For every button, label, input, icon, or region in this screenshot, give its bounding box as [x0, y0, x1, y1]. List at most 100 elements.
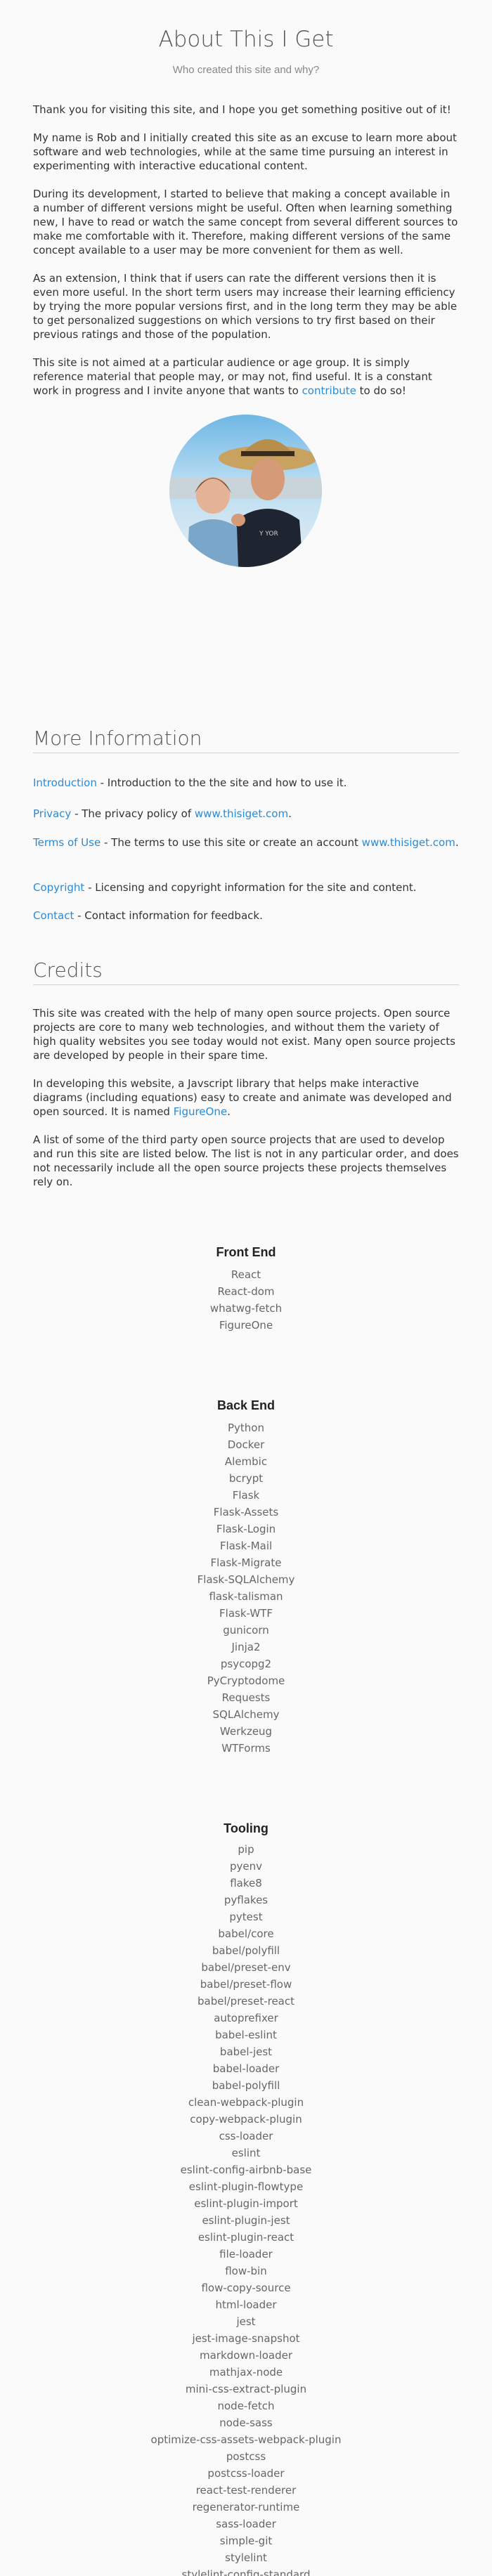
terms-end: . — [455, 836, 459, 849]
list-item: Docker — [227, 1438, 265, 1451]
group-title-tooling: Tooling — [224, 1821, 268, 1835]
list-item: node-sass — [219, 2416, 273, 2429]
credits-p2-text: In developing this website, a Javscript … — [33, 1077, 452, 1118]
list-item: flow-copy-source — [201, 2282, 291, 2294]
intro-paragraph-1: Thank you for visiting this site, and I … — [33, 103, 451, 116]
list-item: babel/core — [218, 1927, 274, 1940]
list-item: babel/polyfill — [212, 1944, 280, 1957]
credits-heading: Credits — [33, 958, 459, 985]
list-item: postcss-loader — [207, 2467, 285, 2480]
list-item: babel-eslint — [215, 2029, 277, 2041]
intro-p5-end: to do so! — [356, 384, 406, 397]
more-info-heading: More Information — [33, 727, 459, 753]
copyright-description: - Licensing and copyright information fo… — [84, 881, 417, 894]
list-item: regenerator-runtime — [192, 2501, 300, 2513]
list-item: Werkzeug — [219, 1725, 273, 1738]
intro-paragraph-2: My name is Rob and I initially created t… — [33, 131, 457, 172]
credits-paragraph-2: In developing this website, a Javscript … — [33, 1076, 459, 1119]
list-item: pip — [238, 1843, 254, 1856]
list-item: copy-webpack-plugin — [190, 2113, 302, 2126]
list-item: Alembic — [224, 1455, 268, 1468]
credits-paragraph-3: A list of some of the third party open s… — [33, 1133, 459, 1188]
list-item: mini-css-extract-plugin — [185, 2383, 307, 2395]
list-item: file-loader — [219, 2248, 273, 2260]
introduction-link[interactable]: Introduction — [33, 776, 97, 789]
privacy-link[interactable]: Privacy — [33, 807, 71, 820]
list-item: flow-bin — [225, 2265, 267, 2277]
terms-of-use-link[interactable]: Terms of Use — [33, 836, 101, 849]
more-info-row-copyright: Copyright - Licensing and copyright info… — [33, 880, 459, 895]
list-item: css-loader — [219, 2130, 273, 2142]
svg-text:Y YOR: Y YOR — [259, 531, 278, 538]
list-item: jest — [236, 2315, 256, 2328]
list-item: Flask-Assets — [213, 1506, 279, 1518]
list-item: Flask-Login — [216, 1523, 276, 1535]
privacy-site-link[interactable]: www.thisiget.com — [195, 807, 288, 820]
contribute-link[interactable]: contribute — [302, 384, 356, 397]
list-item: WTForms — [221, 1742, 271, 1755]
list-item: Python — [228, 1422, 264, 1434]
list-item: postcss — [226, 2450, 266, 2463]
list-item: psycopg2 — [220, 1658, 272, 1670]
list-item: node-fetch — [217, 2400, 275, 2412]
list-item: markdown-loader — [200, 2349, 292, 2362]
list-item: babel/preset-flow — [200, 1978, 292, 1991]
list-item: React-dom — [217, 1285, 275, 1298]
intro-paragraph-4: As an extension, I think that if users c… — [33, 272, 458, 341]
list-item: mathjax-node — [209, 2366, 283, 2379]
list-item: Flask-Migrate — [210, 1556, 282, 1569]
list-item: Flask — [232, 1489, 260, 1502]
contact-link[interactable]: Contact — [33, 909, 74, 922]
list-item: simple-git — [219, 2535, 273, 2547]
list-item: babel/preset-env — [201, 1961, 291, 1974]
intro-paragraph-5: This site is not aimed at a particular a… — [33, 356, 459, 398]
about-page: About This I Get Who created this site a… — [0, 0, 492, 2576]
list-item: flask-talisman — [209, 1590, 283, 1603]
list-item: eslint-plugin-flowtype — [188, 2180, 304, 2193]
figureone-link[interactable]: FigureOne — [174, 1105, 227, 1118]
list-item: React — [231, 1268, 261, 1281]
list-item: stylelint-config-standard — [181, 2568, 311, 2576]
list-item: optimize-css-assets-webpack-plugin — [150, 2433, 342, 2446]
list-item: Flask-WTF — [219, 1607, 273, 1620]
author-photo: Y YOR — [169, 415, 322, 567]
list-item: eslint-plugin-jest — [202, 2214, 290, 2227]
list-item: Flask-Mail — [219, 1540, 273, 1552]
introduction-description: - Introduction to the the site and how t… — [96, 776, 347, 789]
terms-description: - The terms to use this site or create a… — [101, 836, 362, 849]
contact-description: - Contact information for feedback. — [74, 909, 263, 922]
group-title-front-end: Front End — [216, 1245, 276, 1259]
list-item: pyenv — [229, 1860, 262, 1873]
tooling-list: pip pyenv flake8 pyflakes pytest babel/core ba… — [0, 1841, 492, 2576]
more-info-row-introduction: Introduction - Introduction to the the s… — [33, 776, 459, 791]
copyright-link[interactable]: Copyright — [33, 881, 84, 894]
group-title-back-end: Back End — [216, 1398, 276, 1412]
more-info-row-privacy: Privacy - The privacy policy of www.this… — [33, 807, 459, 821]
list-item: clean-webpack-plugin — [188, 2096, 304, 2109]
list-item: jest-image-snapshot — [192, 2332, 300, 2345]
intro-section: Thank you for visiting this site, and I … — [33, 103, 459, 412]
list-item: stylelint — [225, 2551, 267, 2564]
back-end-list: Python Docker Alembic bcrypt Flask Flask-Asse… — [0, 1419, 492, 1757]
list-item: whatwg-fetch — [209, 1302, 283, 1315]
more-info-row-contact: Contact - Contact information for feedba… — [33, 909, 459, 923]
credits-section: This site was created with the help of m… — [33, 1006, 459, 1203]
list-item: gunicorn — [223, 1624, 269, 1637]
page-subtitle: Who created this site and why? — [172, 64, 320, 76]
credits-paragraph-1: This site was created with the help of m… — [33, 1007, 455, 1062]
list-item: Jinja2 — [231, 1641, 261, 1653]
more-info-row-terms: Terms of Use - The terms to use this sit… — [33, 835, 459, 850]
privacy-description: - The privacy policy of — [71, 807, 195, 820]
terms-site-link[interactable]: www.thisiget.com — [362, 836, 455, 849]
list-item: flake8 — [230, 1877, 262, 1889]
list-item: autoprefixer — [214, 2012, 278, 2024]
list-item: eslint — [231, 2147, 261, 2159]
list-item: Requests — [221, 1691, 271, 1704]
list-item: babel-polyfill — [212, 2079, 280, 2092]
intro-paragraph-3: During its development, I started to bel… — [33, 188, 458, 256]
list-item: eslint-plugin-react — [198, 2231, 294, 2244]
list-item: pyflakes — [224, 1894, 268, 1906]
list-item: html-loader — [215, 2298, 277, 2311]
list-item: Flask-SQLAlchemy — [197, 1573, 295, 1586]
list-item: react-test-renderer — [195, 2484, 297, 2497]
